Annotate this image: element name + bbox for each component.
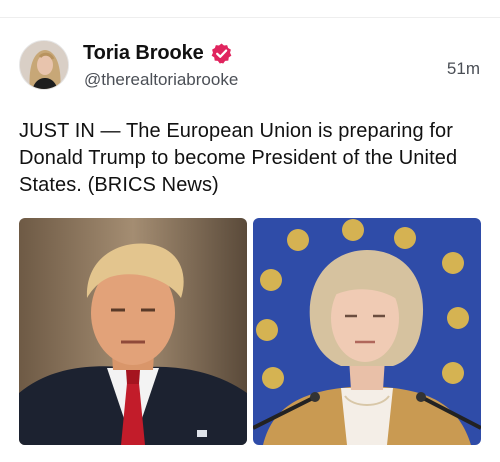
- man-portrait-photo-icon: [19, 218, 247, 445]
- post-media-grid: [19, 218, 481, 445]
- author-avatar[interactable]: [19, 40, 69, 90]
- post-body-text: JUST IN — The European Union is preparin…: [19, 120, 458, 196]
- verified-badge-icon: [210, 42, 233, 65]
- avatar-photo-icon: [20, 41, 68, 89]
- author-display-name[interactable]: Toria Brooke: [83, 42, 204, 65]
- post-timestamp[interactable]: 51m: [447, 59, 480, 79]
- author-handle[interactable]: @therealtoriabrooke: [84, 70, 238, 90]
- media-image-left[interactable]: [19, 218, 247, 445]
- woman-portrait-eu-flag-photo-icon: [253, 218, 481, 445]
- post-card[interactable]: Toria Brooke @therealtoriabrooke 51m JUS…: [0, 18, 500, 462]
- author-name-row: Toria Brooke: [83, 40, 233, 66]
- media-image-right[interactable]: [253, 218, 481, 445]
